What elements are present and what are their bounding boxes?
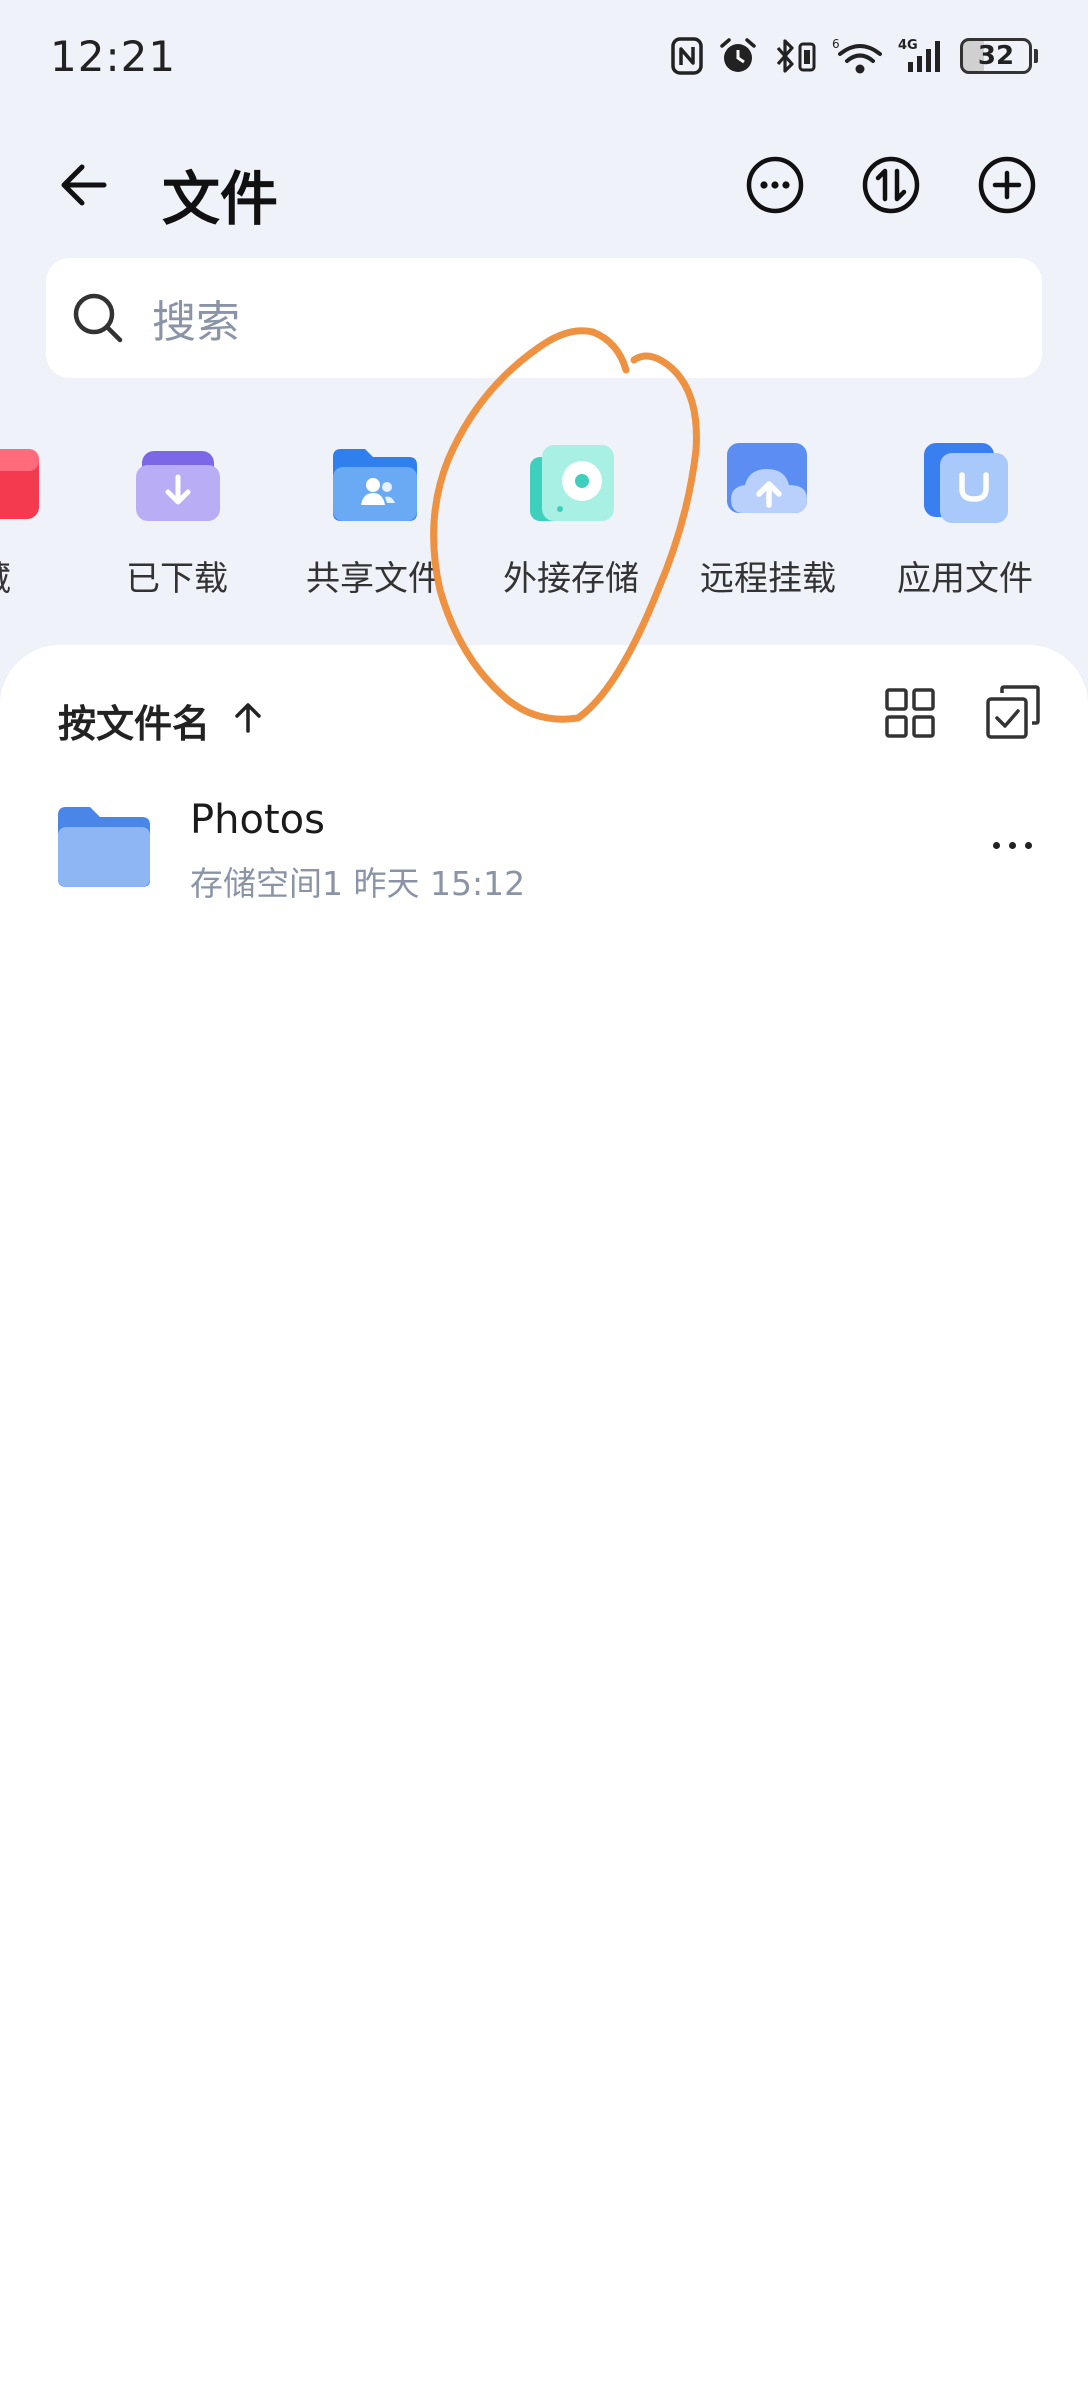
svg-text:4G: 4G [898, 38, 918, 53]
category-label: 远程挂载 [700, 559, 836, 599]
nfc-icon [671, 37, 703, 75]
category-remote-mount[interactable]: 远程挂载 [683, 425, 853, 615]
status-icons: 6 4G 32 [670, 34, 1038, 78]
favorites-icon [0, 449, 39, 519]
file-list-panel: 按文件名 Photos 存储空间1 昨天 15:12 [0, 645, 1088, 2400]
wifi-icon: 6 [832, 37, 882, 74]
category-label: 应用文件 [897, 559, 1033, 599]
category-label: 已下载 [126, 559, 228, 599]
search-placeholder: 搜索 [152, 297, 240, 348]
category-app-files[interactable]: 应用文件 [880, 425, 1050, 615]
battery-indicator: 32 [960, 38, 1038, 74]
file-name: Photos [190, 797, 325, 843]
downloaded-icon [136, 451, 220, 521]
status-time: 12:21 [50, 32, 177, 81]
arrow-left-icon [61, 164, 107, 206]
category-external-storage[interactable]: 外接存储 [486, 425, 656, 615]
back-button[interactable] [50, 152, 116, 218]
transfer-icon [862, 156, 920, 214]
sort-by-name-button[interactable]: 按文件名 [58, 693, 210, 748]
more-icon[interactable] [982, 825, 1042, 865]
file-meta: 存储空间1 昨天 15:12 [190, 864, 526, 903]
status-bar: 12:21 6 4G 32 [0, 0, 1088, 110]
more-circle-icon [746, 156, 804, 214]
alarm-icon [720, 38, 756, 72]
battery-level: 32 [960, 38, 1032, 74]
category-row: 藏 已下载 共享文件 外接存储 [0, 425, 1088, 615]
category-downloaded[interactable]: 已下载 [92, 425, 262, 615]
more-options-button[interactable] [742, 152, 808, 218]
search-icon [73, 293, 123, 343]
add-button[interactable] [974, 152, 1040, 218]
add-circle-icon [978, 156, 1036, 214]
app-files-icon [924, 443, 1008, 523]
remote-mount-icon [727, 443, 807, 513]
external-storage-icon [530, 445, 614, 521]
transfer-button[interactable] [858, 152, 924, 218]
category-shared-files[interactable]: 共享文件 [289, 425, 459, 615]
bluetooth-icon [776, 39, 816, 73]
category-label: 外接存储 [503, 559, 639, 599]
page-title: 文件 [162, 165, 279, 233]
svg-text:6: 6 [832, 37, 840, 51]
arrow-up-icon[interactable] [228, 697, 268, 737]
folder-icon [58, 807, 150, 887]
shared-folder-icon [333, 449, 417, 521]
multi-select-icon[interactable] [984, 683, 1042, 741]
category-label: 藏 [0, 551, 11, 600]
category-label: 共享文件 [306, 559, 442, 599]
app-header: 文件 [0, 130, 1088, 240]
cellular-signal-icon: 4G [898, 38, 940, 72]
search-input[interactable]: 搜索 [46, 258, 1042, 378]
category-favorites[interactable]: 藏 [0, 425, 85, 615]
grid-view-icon[interactable] [882, 685, 938, 741]
list-item[interactable]: Photos 存储空间1 昨天 15:12 [0, 785, 1088, 935]
